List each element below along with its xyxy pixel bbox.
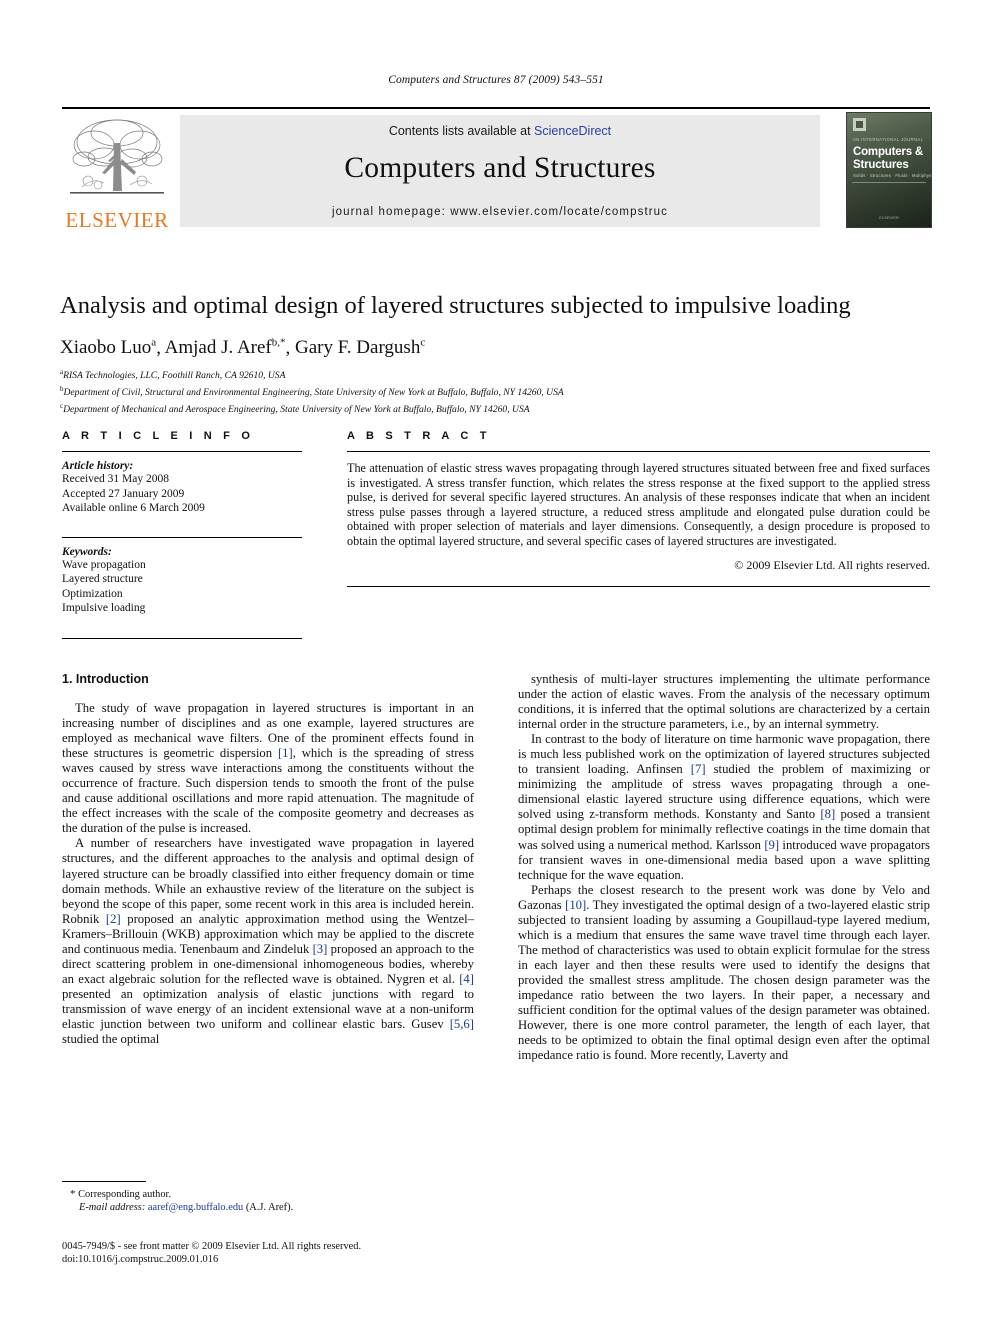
cover-elsevier-mark <box>853 118 866 131</box>
author-2: Amjad J. Arefb,* <box>164 337 286 359</box>
article-info-rule-1 <box>62 451 302 452</box>
abstract-copyright: © 2009 Elsevier Ltd. All rights reserved… <box>734 557 930 572</box>
author-1: Xiaobo Luoa <box>60 337 157 359</box>
author-3: Gary F. Dargushc <box>295 337 426 359</box>
history-received: Received 31 May 2008 <box>62 473 169 485</box>
citation-link[interactable]: [4] <box>459 972 474 986</box>
body-paragraph: synthesis of multi-layer structures impl… <box>518 672 930 732</box>
journal-title: Computers and Structures <box>344 152 656 184</box>
history-online: Available online 6 March 2009 <box>62 502 205 514</box>
article-info-column: A R T I C L E I N F O Article history: R… <box>62 430 302 639</box>
email-link[interactable]: aaref@eng.buffalo.edu <box>148 1202 243 1213</box>
contents-prefix: Contents lists available at <box>388 124 535 138</box>
affiliation-c: cDepartment of Mechanical and Aerospace … <box>60 401 530 415</box>
article-history-list: Received 31 May 2008 Accepted 27 January… <box>62 472 302 516</box>
citation-link[interactable]: [1] <box>278 746 293 760</box>
journal-banner: Contents lists available at ScienceDirec… <box>180 115 820 227</box>
footnote-rule <box>62 1181 146 1182</box>
citation-link[interactable]: [5,6] <box>450 1017 474 1031</box>
abstract-column: A B S T R A C T The attenuation of elast… <box>347 430 930 587</box>
abstract-rule-bottom <box>347 585 930 587</box>
doi-line[interactable]: doi:10.1016/j.compstruc.2009.01.016 <box>62 1253 522 1266</box>
keyword-item: Impulsive loading <box>62 602 146 614</box>
keywords-list: Wave propagation Layered structure Optim… <box>62 558 302 616</box>
paragraph-text: studied the optimal <box>62 1032 160 1047</box>
cover-title: Computers & Structures <box>853 146 924 171</box>
body-paragraph: A number of researchers have investigate… <box>62 836 474 1047</box>
keyword-item: Wave propagation <box>62 558 146 571</box>
article-info-rule-3 <box>62 637 302 639</box>
keyword-item: Layered structure <box>62 573 143 585</box>
issn-line: 0045-7949/$ - see front matter © 2009 El… <box>62 1241 362 1252</box>
sciencedirect-link[interactable]: ScienceDirect <box>534 124 611 138</box>
journal-homepage-line[interactable]: journal homepage: www.elsevier.com/locat… <box>180 206 820 218</box>
keywords-label: Keywords: <box>62 545 112 558</box>
author-3-affil-mark: c <box>420 337 426 349</box>
citation-link[interactable]: [10] <box>565 898 586 912</box>
contents-available-line: Contents lists available at ScienceDirec… <box>389 124 611 138</box>
cover-eyebrow: AN INTERNATIONAL JOURNAL <box>853 137 924 142</box>
asterisk-icon: * <box>70 1188 76 1200</box>
article-history-label: Article history: <box>62 460 134 472</box>
abstract-text: The attenuation of elastic stress waves … <box>347 461 930 548</box>
author-1-affil-mark: a <box>151 337 157 349</box>
issn-doi-block: 0045-7949/$ - see front matter © 2009 El… <box>62 1240 522 1267</box>
abstract-heading: A B S T R A C T <box>347 430 491 442</box>
left-paragraphs: The study of wave propagation in layered… <box>62 701 474 1047</box>
author-2-affil-mark: b,* <box>271 337 286 349</box>
cover-divider <box>852 182 926 183</box>
affiliation-b: bDepartment of Civil, Structural and Env… <box>60 384 564 398</box>
cover-tagline: Solids · Structures · Fluids · Multiphys… <box>853 173 932 178</box>
citation-link[interactable]: [9] <box>764 838 779 852</box>
info-abstract-block: A R T I C L E I N F O Article history: R… <box>62 430 930 639</box>
elsevier-logo: ELSEVIER <box>64 115 170 231</box>
paragraph-text: presented an optimization analysis of el… <box>62 986 474 1031</box>
corresponding-author-text: Corresponding author. <box>78 1189 172 1200</box>
body-paragraph: The study of wave propagation in layered… <box>62 701 474 836</box>
corresponding-author-footnote: * Corresponding author. E-mail address: … <box>62 1181 474 1214</box>
running-head: Computers and Structures 87 (2009) 543–5… <box>388 74 604 86</box>
body-column-left: 1. Introduction The study of wave propag… <box>62 672 474 1047</box>
section-heading-introduction: 1. Introduction <box>62 672 149 686</box>
cover-footer: ELSEVIER <box>879 215 899 220</box>
history-accepted: Accepted 27 January 2009 <box>62 487 185 500</box>
author-list: Xiaobo Luoa, Amjad J. Arefb,*, Gary F. D… <box>60 337 426 359</box>
corresponding-author-line: * Corresponding author. <box>62 1188 474 1201</box>
citation-link[interactable]: [8] <box>820 807 835 821</box>
citation-link[interactable]: [7] <box>691 762 706 776</box>
body-paragraph: Perhaps the closest research to the pres… <box>518 883 930 1064</box>
paragraph-text: . They investigated the optimal design o… <box>518 897 930 1063</box>
paragraph-text: synthesis of multi-layer structures impl… <box>518 672 930 732</box>
article-info-rule-2 <box>62 536 302 538</box>
citation-link[interactable]: [3] <box>313 942 328 956</box>
citation-link[interactable]: [2] <box>106 912 121 926</box>
journal-cover-thumbnail[interactable]: AN INTERNATIONAL JOURNAL Computers & Str… <box>846 112 932 228</box>
masthead-top-rule <box>62 107 930 109</box>
affiliation-a: aRISA Technologies, LLC, Foothill Ranch,… <box>60 368 286 382</box>
affiliation-list: aRISA Technologies, LLC, Foothill Ranch,… <box>60 366 940 416</box>
email-line: E-mail address: aaref@eng.buffalo.edu (A… <box>62 1201 474 1214</box>
body-column-right: synthesis of multi-layer structures impl… <box>518 672 930 1063</box>
paper-page: Computers and Structures 87 (2009) 543–5… <box>0 0 992 1323</box>
email-owner: (A.J. Aref). <box>245 1202 294 1213</box>
article-info-heading: A R T I C L E I N F O <box>62 430 255 442</box>
page-title: Analysis and optimal design of layered s… <box>60 292 851 319</box>
body-paragraph: In contrast to the body of literature on… <box>518 732 930 882</box>
email-label: E-mail address: <box>79 1202 146 1213</box>
right-paragraphs: synthesis of multi-layer structures impl… <box>518 672 930 1063</box>
journal-masthead: ELSEVIER Contents lists available at Sci… <box>62 107 932 231</box>
elsevier-wordmark: ELSEVIER <box>65 208 169 232</box>
keyword-item: Optimization <box>62 587 123 600</box>
abstract-rule-top <box>347 451 930 452</box>
